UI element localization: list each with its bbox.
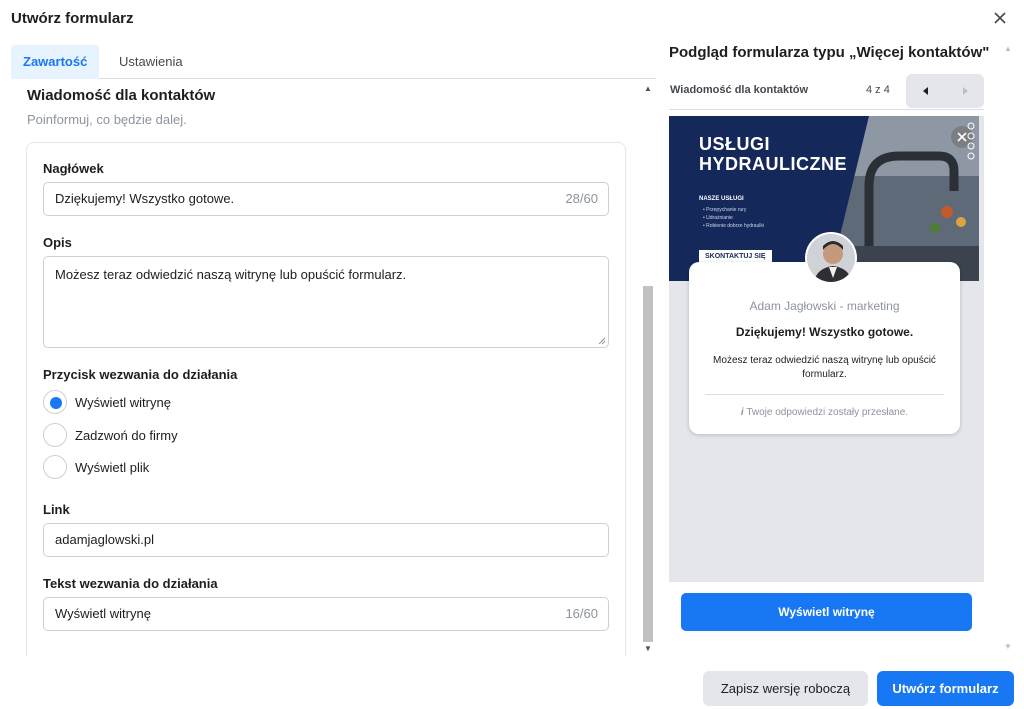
content-scrollbar[interactable]: ▲ ▼ xyxy=(640,80,656,656)
section-title: Wiadomość dla kontaktów xyxy=(27,87,216,104)
caret-right-icon xyxy=(962,87,968,95)
banner-title: USŁUGI HYDRAULICZNE xyxy=(699,134,847,174)
previous-button[interactable] xyxy=(906,74,945,108)
create-form-button[interactable]: Utwórz formularz xyxy=(877,671,1014,706)
cta-text-value: Wyświetl witrynę xyxy=(55,606,151,621)
banner-list: • Przepychanie rury • Udrażnianie • Robi… xyxy=(703,206,764,230)
radio-button[interactable] xyxy=(43,423,67,447)
cta-type-label: Przycisk wezwania do działania xyxy=(43,367,238,382)
save-draft-button[interactable]: Zapisz wersję roboczą xyxy=(703,671,868,706)
headline-value: Dziękujemy! Wszystko gotowe. xyxy=(55,191,235,206)
cta-text-input[interactable]: Wyświetl witrynę 16/60 xyxy=(43,597,609,631)
description-label: Opis xyxy=(43,235,72,250)
headline-counter: 28/60 xyxy=(565,191,598,206)
preview-step-count: 4 z 4 xyxy=(866,84,890,96)
section-subtitle: Poinformuj, co będzie dalej. xyxy=(27,112,187,127)
radio-label: Wyświetl plik xyxy=(75,459,150,475)
banner-list-item: • Robienie dobrze hydraulki xyxy=(703,223,764,229)
content-panel: Wiadomość dla kontaktów Poinformuj, co b… xyxy=(11,80,656,656)
preview-title: Podgląd formularza typu „Więcej kontaktó… xyxy=(669,44,990,61)
info-icon: i xyxy=(740,407,744,418)
thanks-card: Adam Jagłowski - marketing Dziękujemy! W… xyxy=(689,262,960,434)
banner-title-line1: USŁUGI xyxy=(699,134,771,154)
banner-title-line2: HYDRAULICZNE xyxy=(699,154,847,174)
tab-bar: Zawartość Ustawienia xyxy=(11,45,656,79)
radio-label: Wyświetl witrynę xyxy=(75,394,171,410)
link-label: Link xyxy=(43,502,70,517)
dialog-title: Utwórz formularz xyxy=(11,10,134,27)
thanks-description: Możesz teraz odwiedzić naszą witrynę lub… xyxy=(713,355,936,380)
link-input[interactable]: adamjaglowski.pl xyxy=(43,523,609,557)
carousel-dots-icon xyxy=(967,122,975,160)
scroll-up-icon[interactable]: ▲ xyxy=(640,82,656,96)
radio-label: Zadzwoń do firmy xyxy=(75,427,178,443)
preview-frame: USŁUGI HYDRAULICZNE NASZE USŁUGI • Przep… xyxy=(669,116,984,582)
scroll-up-icon[interactable]: ▲ xyxy=(1000,42,1016,56)
radio-option-website[interactable]: Wyświetl witrynę xyxy=(43,389,171,415)
preview-nav xyxy=(906,74,984,108)
headline-input[interactable]: Dziękujemy! Wszystko gotowe. 28/60 xyxy=(43,182,609,216)
preview-cta-button[interactable]: Wyświetl witrynę xyxy=(681,593,972,631)
company-name: Adam Jagłowski - marketing xyxy=(749,299,900,313)
next-button[interactable] xyxy=(945,74,984,108)
scroll-down-icon[interactable]: ▼ xyxy=(640,642,656,656)
thanks-heading: Dziękujemy! Wszystko gotowe. xyxy=(735,325,914,339)
description-textarea[interactable]: Możesz teraz odwiedzić naszą witrynę lub… xyxy=(43,256,609,348)
radio-button[interactable] xyxy=(43,390,67,414)
banner-list-item: • Przepychanie rury xyxy=(703,207,747,213)
preview-scrollbar[interactable]: ▲ ▼ xyxy=(1000,40,1016,656)
banner-subtitle: NASZE USŁUGI xyxy=(699,196,744,202)
cta-text-counter: 16/60 xyxy=(565,606,598,621)
avatar xyxy=(805,232,857,284)
scroll-down-icon[interactable]: ▼ xyxy=(1000,640,1016,654)
submitted-note-text: Twoje odpowiedzi zostały przesłane. xyxy=(746,407,909,418)
close-icon xyxy=(994,12,1006,24)
link-value: adamjaglowski.pl xyxy=(55,532,154,547)
submitted-note: i Twoje odpowiedzi zostały przesłane. xyxy=(689,407,960,418)
resize-handle-icon[interactable] xyxy=(598,337,606,345)
headline-label: Nagłówek xyxy=(43,161,104,176)
radio-option-call[interactable]: Zadzwoń do firmy xyxy=(43,422,178,448)
caret-left-icon xyxy=(922,87,928,95)
banner-list-item: • Udrażnianie xyxy=(703,215,733,221)
radio-button[interactable] xyxy=(43,455,67,479)
preview-step-label: Wiadomość dla kontaktów xyxy=(670,84,809,96)
preview-header: Wiadomość dla kontaktów 4 z 4 xyxy=(669,74,984,110)
divider xyxy=(705,394,944,395)
tab-settings[interactable]: Ustawienia xyxy=(107,45,195,79)
close-button[interactable] xyxy=(990,8,1010,28)
radio-option-file[interactable]: Wyświetl plik xyxy=(43,454,149,480)
tab-content[interactable]: Zawartość xyxy=(11,45,100,79)
cta-text-label: Tekst wezwania do działania xyxy=(43,576,218,591)
scroll-thumb[interactable] xyxy=(643,286,653,642)
form-card: Nagłówek Dziękujemy! Wszystko gotowe. 28… xyxy=(26,142,626,656)
description-value: Możesz teraz odwiedzić naszą witrynę lub… xyxy=(55,267,407,282)
